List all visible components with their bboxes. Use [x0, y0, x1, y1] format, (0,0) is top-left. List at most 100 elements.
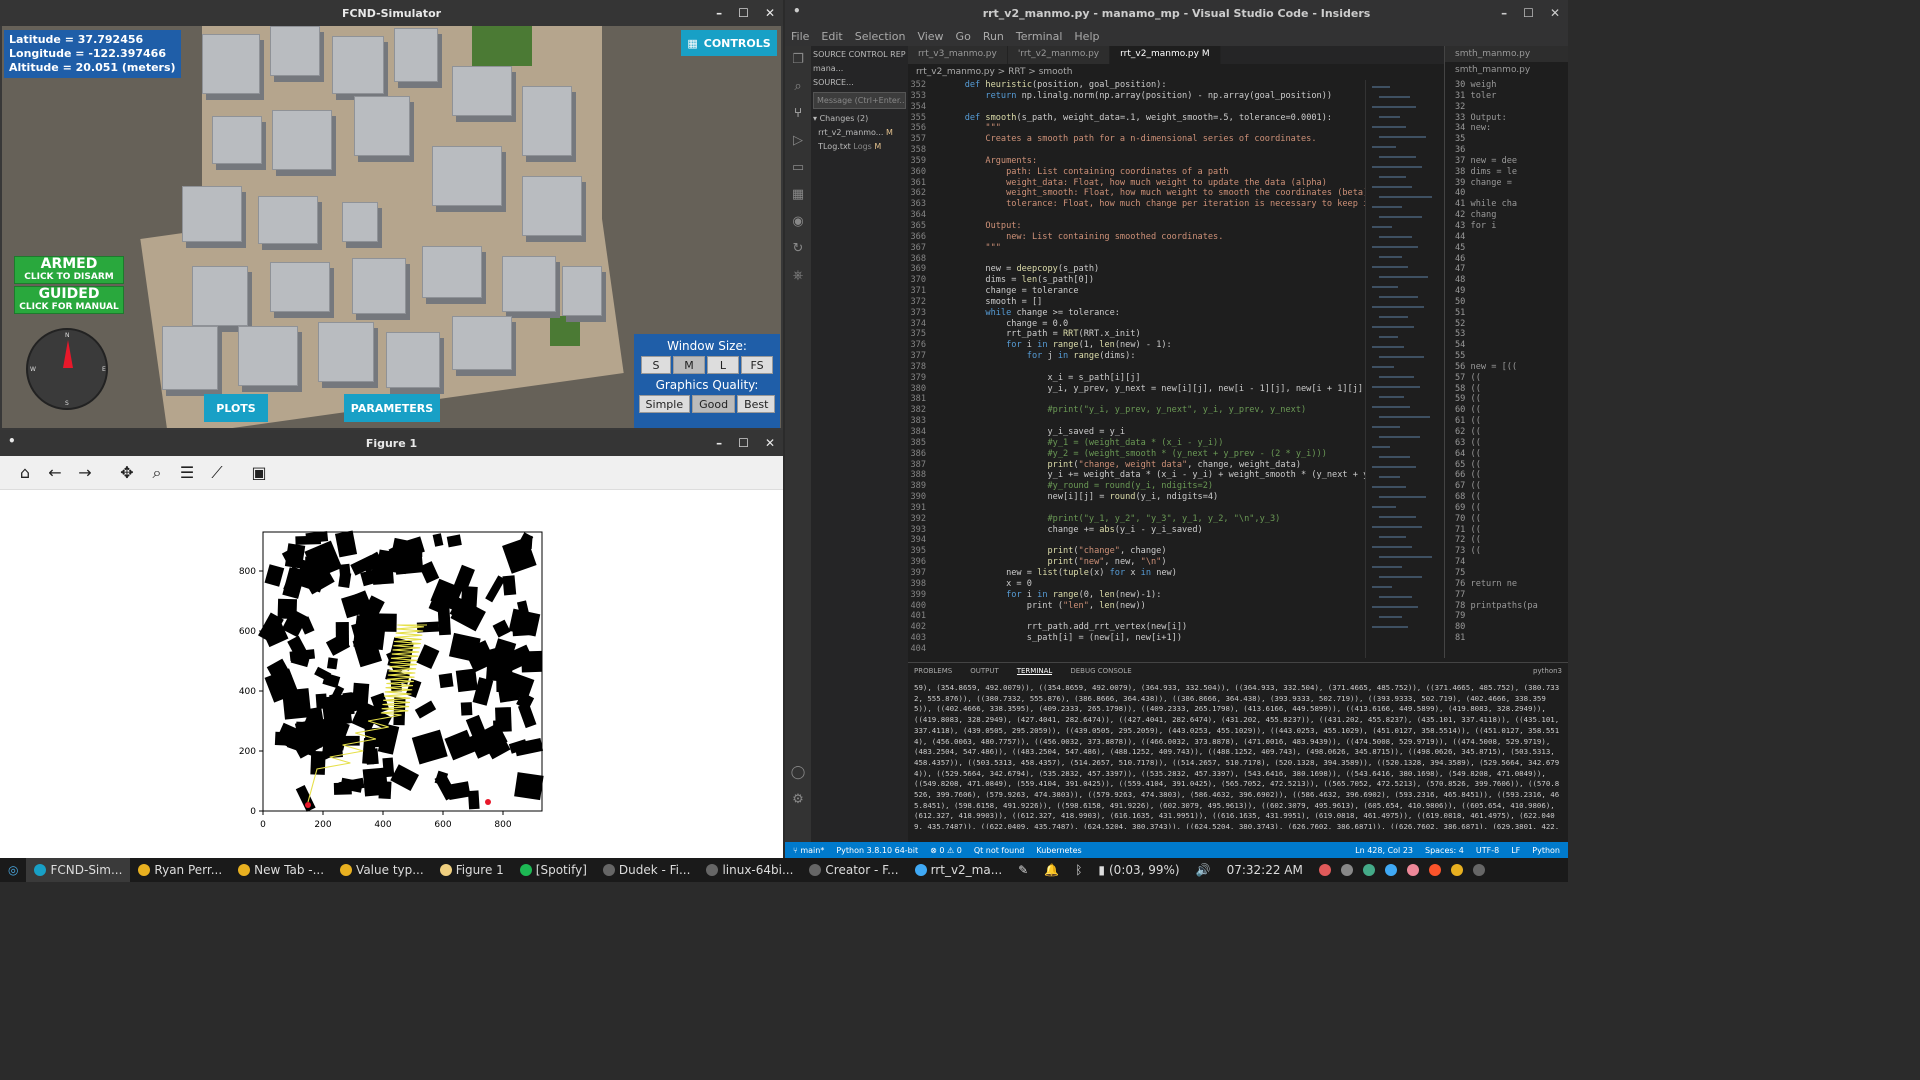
close-icon[interactable]: ✕: [1550, 6, 1560, 20]
split-code-line[interactable]: 49: [1445, 286, 1568, 297]
code-line[interactable]: 382 #print("y_i, y_prev, y_next", y_i, y…: [908, 405, 1368, 416]
code-line[interactable]: 365 Output:: [908, 221, 1368, 232]
branch-status[interactable]: ⑂ main*: [793, 846, 824, 855]
split-code-line[interactable]: 38 dims = le: [1445, 167, 1568, 178]
tab-debug-console[interactable]: DEBUG CONSOLE: [1070, 667, 1131, 675]
split-code-line[interactable]: 51: [1445, 308, 1568, 319]
qt-status[interactable]: Qt not found: [974, 846, 1025, 855]
split-code-line[interactable]: 67 ((: [1445, 481, 1568, 492]
split-code-line[interactable]: 77: [1445, 590, 1568, 601]
menu-file[interactable]: File: [791, 30, 809, 43]
split-code-line[interactable]: 37 new = dee: [1445, 156, 1568, 167]
code-line[interactable]: 357 Creates a smooth path for a n-dimens…: [908, 134, 1368, 145]
split-code-line[interactable]: 78 printpaths(pa: [1445, 601, 1568, 612]
code-line[interactable]: 377 for j in range(dims):: [908, 351, 1368, 362]
kubernetes-icon[interactable]: ⎈: [793, 268, 803, 283]
commit-message-input[interactable]: Message (Ctrl+Enter...: [813, 92, 906, 109]
split-code-line[interactable]: 58 ((: [1445, 384, 1568, 395]
controls-button[interactable]: ▦ CONTROLS: [681, 30, 777, 56]
split-code-line[interactable]: 52: [1445, 319, 1568, 330]
quality-best-button[interactable]: Best: [737, 395, 776, 413]
kubernetes-status[interactable]: Kubernetes: [1036, 846, 1081, 855]
source-control-icon[interactable]: ⑂: [794, 106, 802, 121]
subplots-icon[interactable]: ☰: [176, 462, 198, 484]
code-line[interactable]: 359 Arguments:: [908, 156, 1368, 167]
code-line[interactable]: 362 weight_smooth: Float, how much weigh…: [908, 188, 1368, 199]
code-line[interactable]: 372 smooth = []: [908, 297, 1368, 308]
split-code-line[interactable]: 42 chang: [1445, 210, 1568, 221]
code-editor[interactable]: 352 def heuristic(position, goal_positio…: [908, 80, 1368, 658]
taskbar-item[interactable]: FCND-Sim...: [26, 858, 131, 882]
code-line[interactable]: 385 #y_1 = (weight_data * (x_i - y_i)): [908, 438, 1368, 449]
run-debug-icon[interactable]: ▷: [793, 133, 803, 148]
split-code-line[interactable]: 70 ((: [1445, 514, 1568, 525]
split-code-line[interactable]: 65 ((: [1445, 460, 1568, 471]
menu-view[interactable]: View: [917, 30, 943, 43]
split-code-line[interactable]: 79: [1445, 611, 1568, 622]
code-line[interactable]: 387 print("change, weight data", change,…: [908, 460, 1368, 471]
split-code-line[interactable]: 75: [1445, 568, 1568, 579]
code-line[interactable]: 384 y_i_saved = y_i: [908, 427, 1368, 438]
split-code-line[interactable]: 55: [1445, 351, 1568, 362]
quality-good-button[interactable]: Good: [692, 395, 736, 413]
size-fs-button[interactable]: FS: [741, 356, 773, 374]
code-line[interactable]: 394: [908, 535, 1368, 546]
split-code-line[interactable]: 68 ((: [1445, 492, 1568, 503]
code-line[interactable]: 393 change += abs(y_i - y_i_saved): [908, 525, 1368, 536]
3d-viewport[interactable]: Latitude = 37.792456 Longitude = -122.39…: [2, 26, 781, 428]
changed-file[interactable]: rrt_v2_manmo... M: [813, 128, 906, 137]
forward-arrow-icon[interactable]: →: [74, 462, 96, 484]
code-line[interactable]: 400 print ("len", len(new)): [908, 601, 1368, 612]
code-line[interactable]: 389 #y_round = round(y_i, ndigits=2): [908, 481, 1368, 492]
line-ending[interactable]: LF: [1511, 846, 1520, 855]
guided-button[interactable]: GUIDED CLICK FOR MANUAL: [14, 286, 124, 314]
menu-edit[interactable]: Edit: [821, 30, 842, 43]
split-code-line[interactable]: 59 ((: [1445, 394, 1568, 405]
split-code-line[interactable]: 80: [1445, 622, 1568, 633]
code-line[interactable]: 390 new[i][j] = round(y_i, ndigits=4): [908, 492, 1368, 503]
split-code-line[interactable]: 81: [1445, 633, 1568, 644]
save-icon[interactable]: ▣: [248, 462, 270, 484]
split-code-line[interactable]: 47: [1445, 264, 1568, 275]
split-code-line[interactable]: 43 for i: [1445, 221, 1568, 232]
size-l-button[interactable]: L: [707, 356, 739, 374]
code-line[interactable]: 360 path: List containing coordinates of…: [908, 167, 1368, 178]
code-line[interactable]: 364: [908, 210, 1368, 221]
code-line[interactable]: 397 new = list(tuple(x) for x in new): [908, 568, 1368, 579]
split-code-line[interactable]: 44: [1445, 232, 1568, 243]
code-line[interactable]: 386 #y_2 = (weight_smooth * (y_next + y_…: [908, 449, 1368, 460]
encoding[interactable]: UTF-8: [1476, 846, 1499, 855]
split-code-line[interactable]: 56 new = [((: [1445, 362, 1568, 373]
code-line[interactable]: 401: [908, 611, 1368, 622]
code-line[interactable]: 355 def smooth(s_path, weight_data=.1, w…: [908, 113, 1368, 124]
split-code-line[interactable]: 45: [1445, 243, 1568, 254]
tab-output[interactable]: OUTPUT: [970, 667, 999, 675]
split-code-line[interactable]: 63 ((: [1445, 438, 1568, 449]
code-line[interactable]: 352 def heuristic(position, goal_positio…: [908, 80, 1368, 91]
code-line[interactable]: 367 """: [908, 243, 1368, 254]
changed-file[interactable]: TLog.txt Logs M: [813, 142, 906, 151]
split-breadcrumb[interactable]: smth_manmo.py: [1445, 62, 1568, 78]
split-code-line[interactable]: 30 weigh: [1445, 80, 1568, 91]
split-editor[interactable]: smth_manmo.py smth_manmo.py 30 weigh 31 t…: [1444, 46, 1568, 658]
code-line[interactable]: 380 y_i, y_prev, y_next = new[i][j], new…: [908, 384, 1368, 395]
split-code-line[interactable]: 66 ((: [1445, 470, 1568, 481]
scm-section[interactable]: SOURCE...: [813, 78, 906, 87]
clock[interactable]: 07:32:22 AM: [1219, 858, 1311, 882]
settings-gear-icon[interactable]: ⚙: [792, 792, 804, 807]
taskbar-item[interactable]: Dudek - Fi...: [595, 858, 699, 882]
split-code-line[interactable]: 61 ((: [1445, 416, 1568, 427]
split-code-line[interactable]: 62 ((: [1445, 427, 1568, 438]
code-line[interactable]: 376 for i in range(1, len(new) - 1):: [908, 340, 1368, 351]
docker-icon[interactable]: ◉: [792, 214, 803, 229]
extensions-icon[interactable]: ▦: [792, 187, 804, 202]
minimize-icon[interactable]: –: [1501, 6, 1507, 20]
split-code-line[interactable]: 73 ((: [1445, 546, 1568, 557]
split-code-line[interactable]: 31 toler: [1445, 91, 1568, 102]
split-code-line[interactable]: 35: [1445, 134, 1568, 145]
code-line[interactable]: 361 weight_data: Float, how much weight …: [908, 178, 1368, 189]
code-line[interactable]: 356 """: [908, 123, 1368, 134]
taskbar-item[interactable]: linux-64bi...: [698, 858, 801, 882]
minimize-icon[interactable]: –: [716, 436, 722, 450]
code-line[interactable]: 373 while change >= tolerance:: [908, 308, 1368, 319]
